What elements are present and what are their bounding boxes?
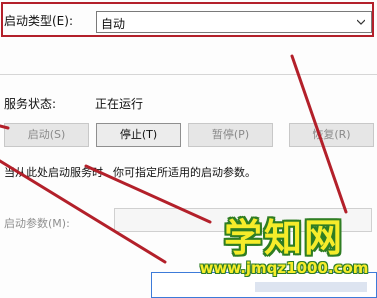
watermark-url: www.jmqz1000.com — [199, 259, 369, 277]
annotation-line-top — [0, 124, 10, 130]
annotation-line-right — [290, 54, 348, 214]
annotation-line-left — [0, 159, 167, 264]
service-properties-panel: 启动类型(E): 自动 服务状态: 正在运行 启动(S) 停止(T) 暂停(P)… — [0, 0, 377, 298]
annotation-line-mid — [84, 164, 212, 224]
watermark-title: 学知网 — [223, 216, 344, 260]
watermark: 学知网 www.jmqz1000.com — [194, 218, 374, 277]
